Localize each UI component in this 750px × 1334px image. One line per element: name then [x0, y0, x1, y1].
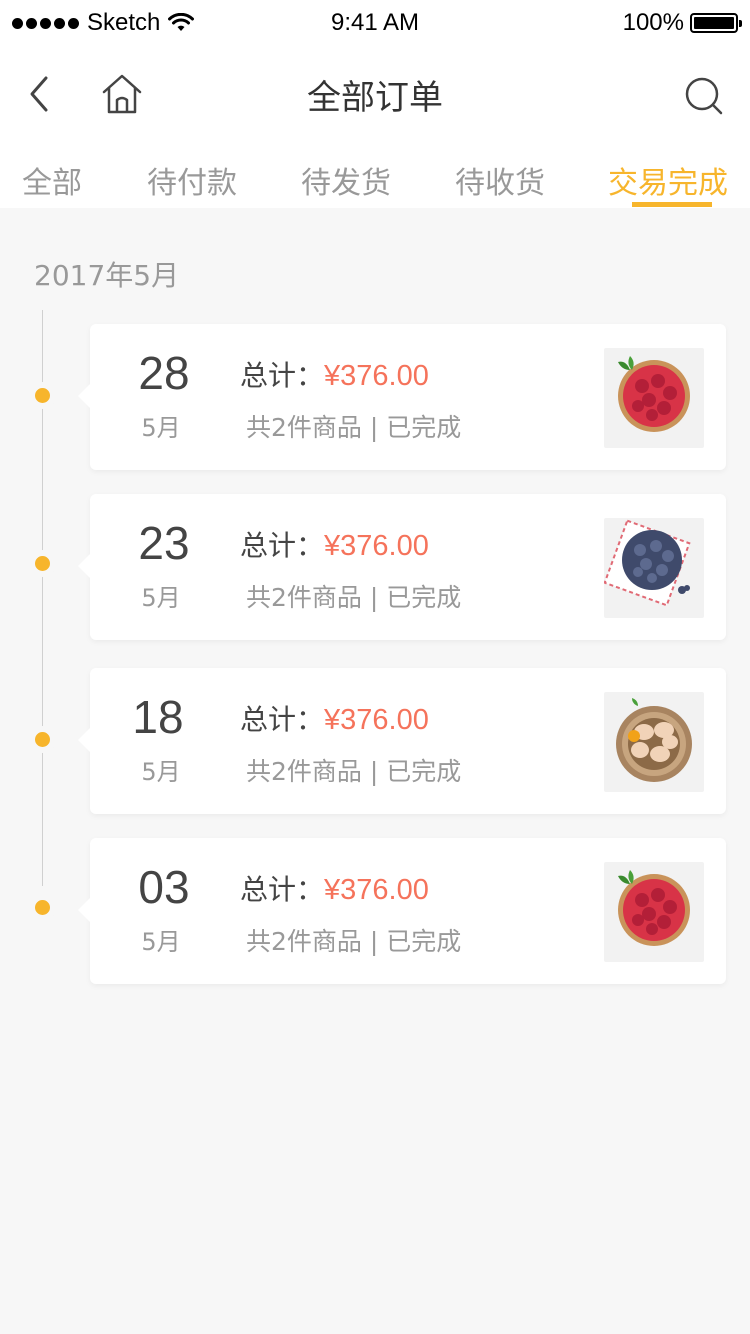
order-price: ¥376.00	[324, 874, 429, 906]
total-label: 总计：	[240, 703, 325, 736]
active-tab-indicator	[632, 202, 712, 207]
timeline-dot	[35, 900, 50, 915]
order-day: 03	[138, 861, 190, 913]
total-label: 总计：	[240, 359, 325, 392]
order-day: 28	[138, 347, 190, 399]
timeline-dot	[35, 388, 50, 403]
order-meta: 共2件商品 | 已完成	[246, 583, 462, 612]
blueberry-plate-image[interactable]	[604, 518, 704, 618]
order-month: 5月	[141, 758, 181, 786]
order-total: 总计：¥376.00	[240, 698, 429, 738]
order-meta: 共2件商品 | 已完成	[246, 413, 462, 442]
order-meta: 共2件商品 | 已完成	[246, 757, 462, 786]
order-price: ¥376.00	[324, 704, 429, 736]
tab-all[interactable]: 全部	[22, 158, 82, 202]
order-price: ¥376.00	[324, 360, 429, 392]
order-card[interactable]: 18 5月 总计：¥376.00 共2件商品 | 已完成	[78, 668, 726, 814]
order-day: 18	[132, 691, 184, 743]
order-list: 2017年5月 28 5月 总计：¥376.00 共2件商品 | 已完成 23 …	[0, 208, 750, 1334]
order-month: 5月	[141, 584, 181, 612]
order-price: ¥376.00	[324, 530, 429, 562]
order-tabs: 全部 待付款 待发货 待收货 交易完成	[0, 144, 750, 208]
order-day: 23	[138, 517, 190, 569]
status-right: 100%	[622, 9, 742, 37]
tab-pending-shipment[interactable]: 待发货	[301, 158, 391, 202]
order-total: 总计：¥376.00	[240, 354, 429, 394]
timeline-dot	[35, 732, 50, 747]
order-meta: 共2件商品 | 已完成	[246, 927, 462, 956]
order-card[interactable]: 03 5月 总计：¥376.00 共2件商品 | 已完成	[78, 838, 726, 984]
total-label: 总计：	[240, 529, 325, 562]
tab-pending-receipt[interactable]: 待收货	[455, 158, 545, 202]
battery-percent: 100%	[622, 9, 684, 36]
battery-icon	[690, 13, 742, 33]
tab-pending-payment[interactable]: 待付款	[147, 158, 237, 202]
timeline-dot	[35, 556, 50, 571]
top-section: Sketch 9:41 AM 100% 全部订单 全部 待付款 待发货 待收货 …	[0, 0, 750, 208]
order-total: 总计：¥376.00	[240, 524, 429, 564]
page-title: 全部订单	[307, 78, 443, 118]
total-label: 总计：	[240, 873, 325, 906]
order-card[interactable]: 23 5月 总计：¥376.00 共2件商品 | 已完成	[78, 494, 726, 640]
raspberry-bowl-image[interactable]	[604, 348, 704, 448]
tab-completed[interactable]: 交易完成	[608, 158, 728, 202]
egg-nest-image[interactable]	[604, 692, 704, 792]
order-month: 5月	[141, 414, 181, 442]
order-total: 总计：¥376.00	[240, 868, 429, 908]
nav-bar: 全部订单	[0, 44, 750, 144]
order-card[interactable]: 28 5月 总计：¥376.00 共2件商品 | 已完成	[78, 324, 726, 470]
raspberry-bowl-image[interactable]	[604, 862, 704, 962]
status-bar: Sketch 9:41 AM 100%	[0, 0, 750, 44]
search-icon[interactable]	[684, 76, 724, 116]
order-month: 5月	[141, 928, 181, 956]
section-month: 2017年5月	[34, 259, 180, 292]
